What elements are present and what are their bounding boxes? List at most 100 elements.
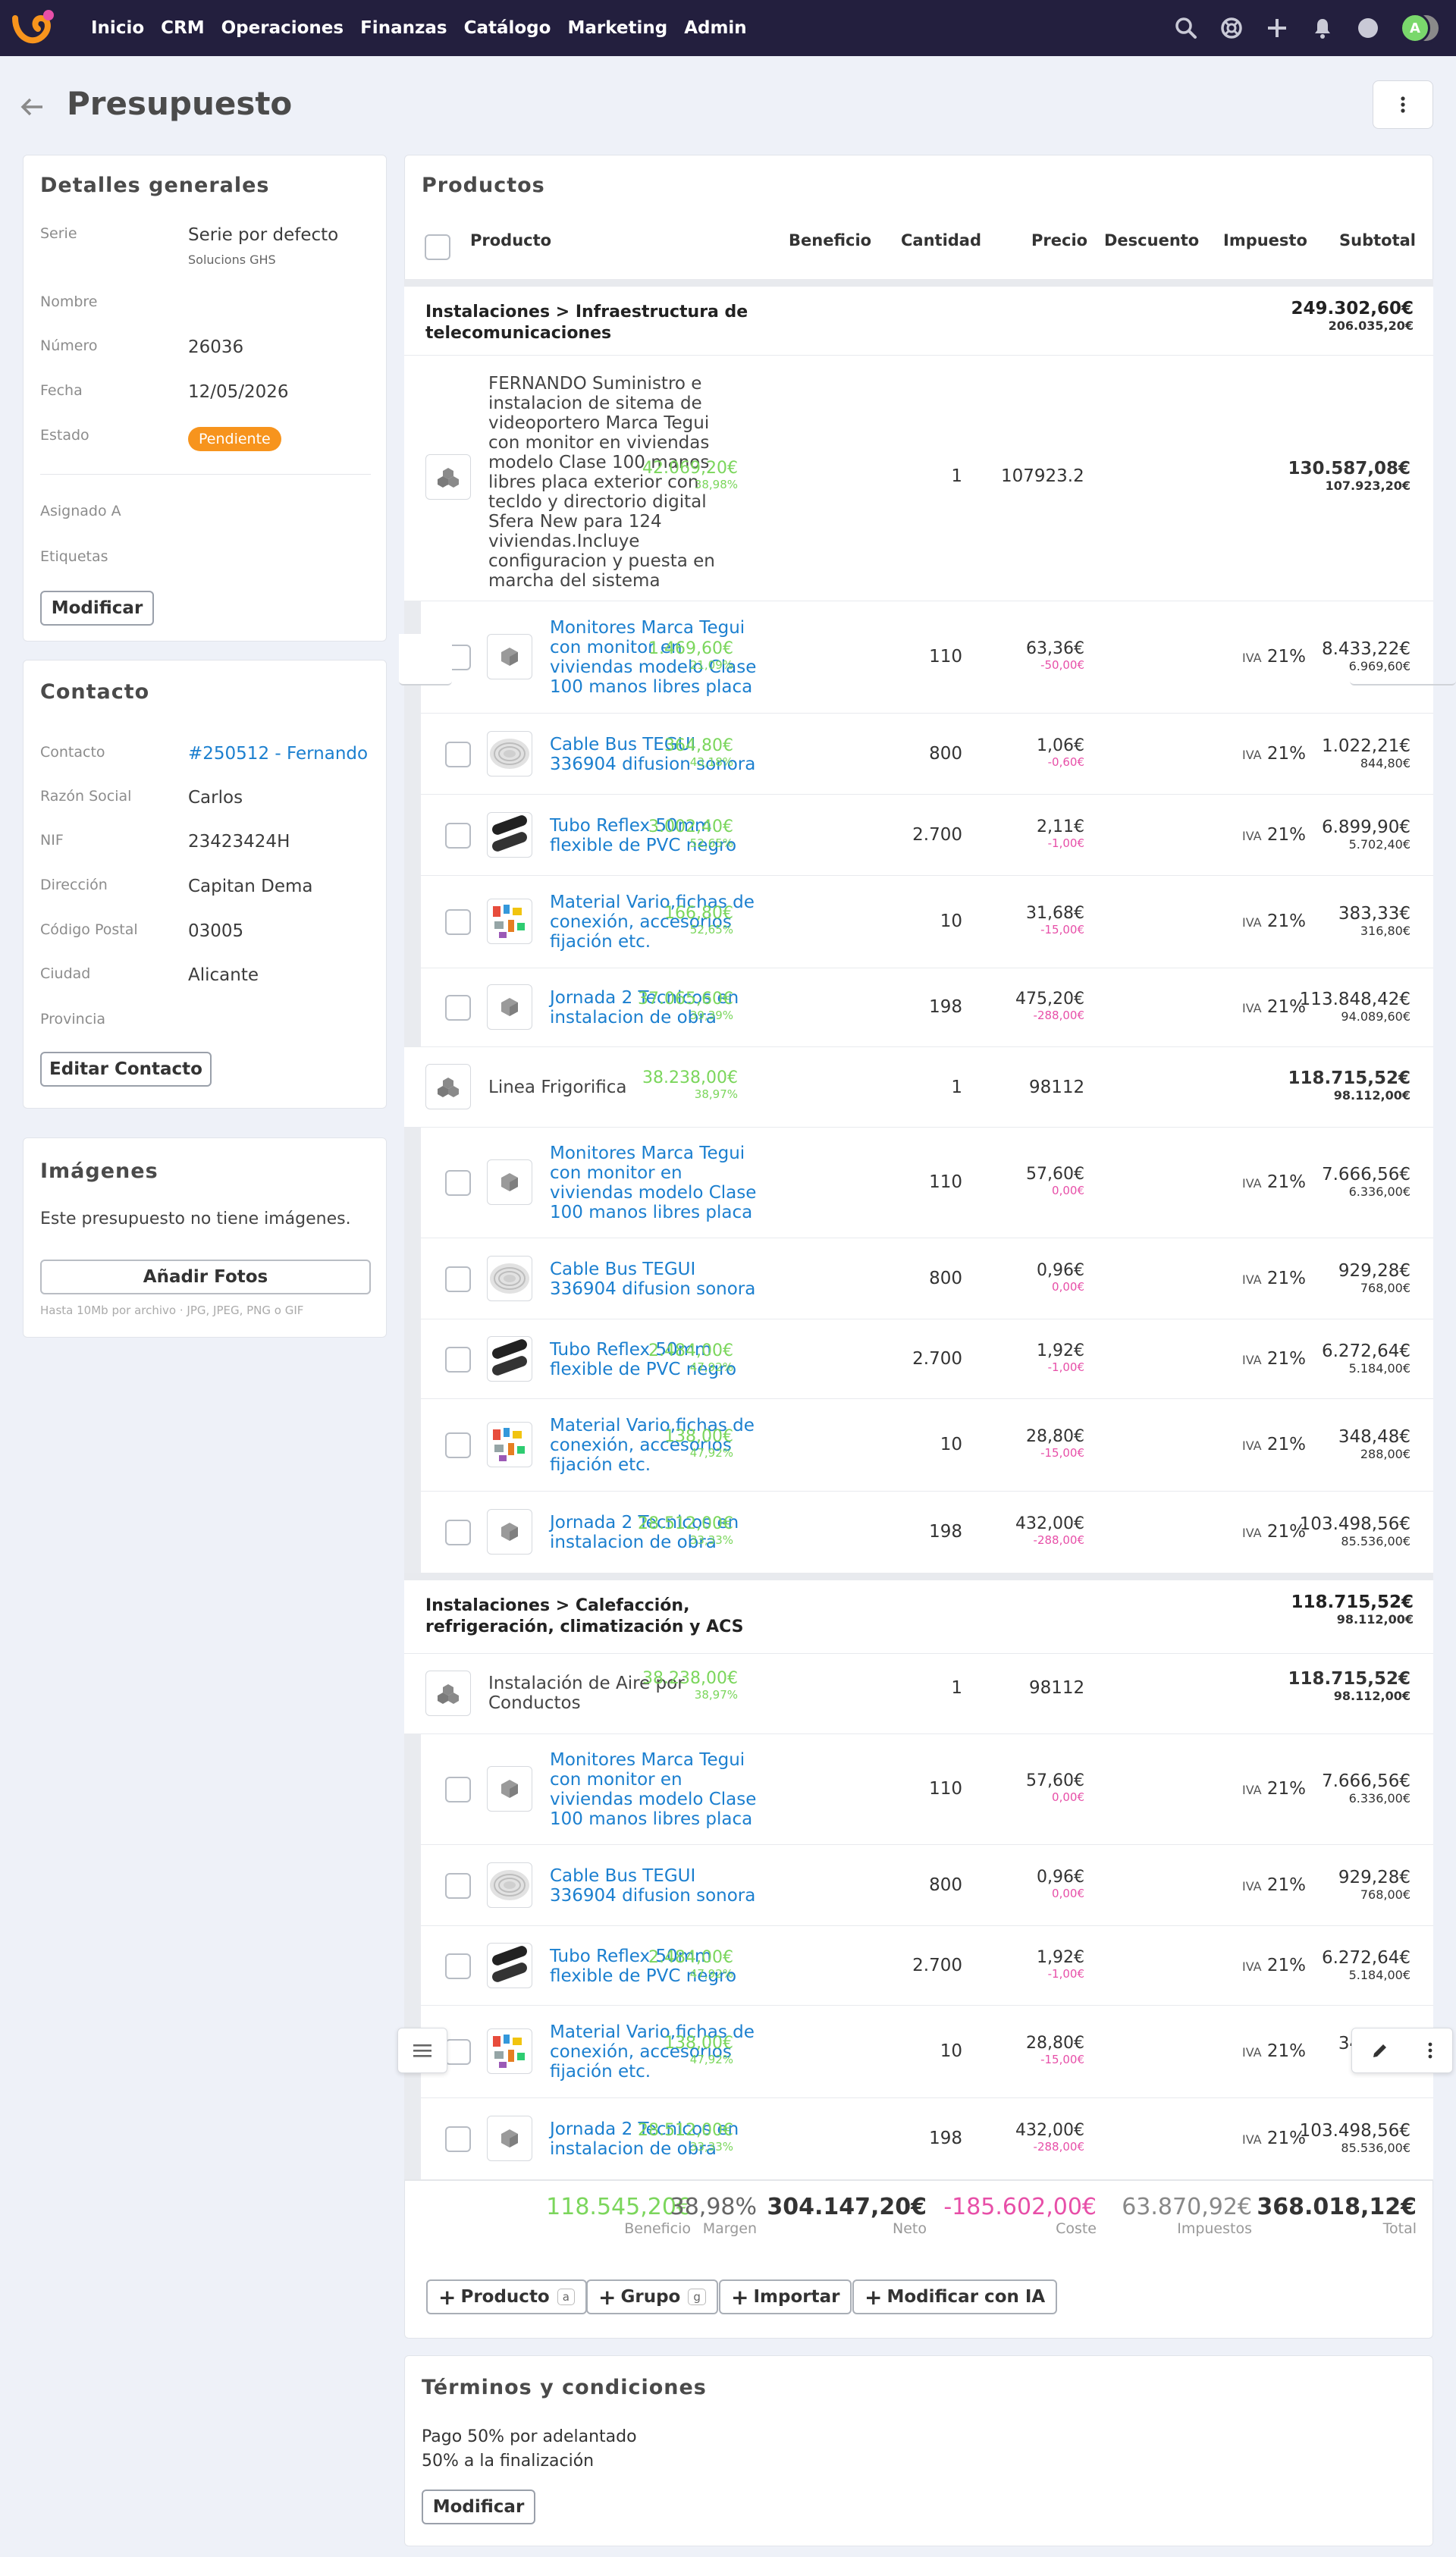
product-row[interactable]: Tubo Reflex 50mm flexible de PVC negro 2… [421,1925,1433,2005]
product-name-link[interactable]: Monitores Marca Tegui con monitor en viv… [550,1144,762,1222]
status-badge[interactable]: Pendiente [188,427,281,451]
contact-link[interactable]: #250512 - Fernando [188,744,368,764]
product-tax[interactable]: 21% [1267,2041,1306,2061]
col-beneficio[interactable]: Beneficio [789,231,871,249]
add-group-button[interactable]: + Grupo g [586,2279,718,2314]
section-header[interactable]: Instalaciones > Calefacción, refrigeraci… [404,1573,1433,1653]
kebab-icon[interactable] [1427,2041,1433,2060]
product-qty[interactable]: 198 [902,1522,962,1542]
product-name-link[interactable]: Cable Bus TEGUI 336904 difusion sonora [550,1260,762,1299]
nav-inicio[interactable]: Inicio [91,18,144,38]
drag-handle-right-top[interactable] [1350,634,1456,686]
product-tax[interactable]: 21% [1267,744,1306,764]
product-price[interactable]: 1,92€ [986,1948,1084,1967]
page-options-button[interactable] [1373,80,1433,129]
product-row[interactable]: Tubo Reflex 50mm flexible de PVC negro 2… [421,1319,1433,1398]
product-row[interactable]: Cable Bus TEGUI 336904 difusion sonora 8… [421,1238,1433,1319]
row-checkbox[interactable] [445,1872,471,1899]
nav-finanzas[interactable]: Finanzas [360,18,447,38]
avatar[interactable]: A [1400,13,1430,43]
product-qty[interactable]: 800 [902,1875,962,1895]
product-price[interactable]: 0,96€ [986,1261,1084,1280]
group-row[interactable]: Linea Frigorifica 38.238,00€ 38,97% 1 98… [404,1046,1433,1127]
product-tax[interactable]: 21% [1267,825,1306,845]
product-name-link[interactable]: Cable Bus TEGUI 336904 difusion sonora [550,1866,762,1906]
product-price[interactable]: 2,11€ [986,817,1084,836]
product-qty[interactable]: 2.700 [902,1956,962,1975]
product-row[interactable]: Material Vario,fichas de conexión, acces… [421,2005,1433,2097]
help-lifebuoy-icon[interactable] [1218,14,1245,42]
import-button[interactable]: + Importar [719,2279,852,2314]
product-qty[interactable]: 2.700 [902,825,962,845]
modify-terms-button[interactable]: Modificar [422,2490,535,2524]
plus-icon[interactable] [1263,14,1291,42]
nav-admin[interactable]: Admin [684,18,747,38]
product-tax[interactable]: 21% [1267,1435,1306,1454]
row-checkbox[interactable] [445,1953,471,1979]
section-header[interactable]: Instalaciones > Infraestructura de telec… [404,279,1433,355]
status-dot-icon[interactable] [1354,14,1382,42]
product-price[interactable]: 63,36€ [986,639,1084,658]
product-tax[interactable]: 21% [1267,1172,1306,1192]
nav-catalogo[interactable]: Catálogo [464,18,551,38]
search-icon[interactable] [1172,14,1200,42]
col-cantidad[interactable]: Cantidad [901,231,981,249]
product-price[interactable]: 1,06€ [986,736,1084,755]
product-tax[interactable]: 21% [1267,1269,1306,1288]
select-all-checkbox[interactable] [425,234,450,260]
row-checkbox[interactable] [445,1170,471,1196]
col-producto[interactable]: Producto [470,231,551,249]
product-row[interactable]: Tubo Reflex 50mm flexible de PVC negro 3… [421,794,1433,875]
product-qty[interactable]: 800 [902,744,962,764]
product-row[interactable]: Monitores Marca Tegui con monitor en viv… [421,1127,1433,1238]
row-checkbox[interactable] [445,995,471,1021]
product-qty[interactable]: 110 [902,647,962,667]
product-qty[interactable]: 10 [902,2041,962,2061]
group-row[interactable]: FERNANDO Suministro e instalacion de sit… [404,355,1433,601]
product-row[interactable]: Cable Bus TEGUI 336904 difusion sonora 8… [421,1844,1433,1925]
edit-contact-button[interactable]: Editar Contacto [40,1052,212,1087]
app-logo[interactable] [11,8,58,49]
product-tax[interactable]: 21% [1267,1956,1306,1975]
product-tax[interactable]: 21% [1267,1779,1306,1799]
drag-handle-left-top[interactable] [399,634,452,686]
row-drag-handle[interactable] [397,2028,447,2073]
row-checkbox[interactable] [445,741,471,767]
product-name-link[interactable]: Monitores Marca Tegui con monitor en viv… [550,1750,762,1829]
product-price[interactable]: 432,00€ [986,2121,1084,2140]
row-checkbox[interactable] [445,1777,471,1802]
nav-operaciones[interactable]: Operaciones [221,18,344,38]
row-checkbox[interactable] [445,1346,471,1373]
col-impuesto[interactable]: Impuesto [1223,231,1307,249]
product-price[interactable]: 31,68€ [986,904,1084,923]
modify-details-button[interactable]: Modificar [40,591,154,626]
product-qty[interactable]: 198 [902,2129,962,2148]
bell-icon[interactable] [1309,14,1336,42]
product-price[interactable]: 0,96€ [986,1868,1084,1887]
product-row[interactable]: Material Vario,fichas de conexión, acces… [421,1398,1433,1491]
product-qty[interactable]: 110 [902,1779,962,1799]
product-qty[interactable]: 110 [902,1172,962,1192]
product-price[interactable]: 57,60€ [986,1771,1084,1790]
col-precio[interactable]: Precio [1031,231,1087,249]
product-tax[interactable]: 21% [1267,911,1306,931]
product-qty[interactable]: 198 [902,997,962,1017]
row-checkbox[interactable] [445,909,471,935]
col-subtotal[interactable]: Subtotal [1339,231,1416,249]
product-qty[interactable]: 10 [902,911,962,931]
product-row[interactable]: Jornada 2 Tecnicos en instalacion de obr… [421,1491,1433,1573]
nav-crm[interactable]: CRM [161,18,204,38]
row-checkbox[interactable] [445,1432,471,1458]
row-checkbox[interactable] [445,2039,471,2065]
product-row[interactable]: Monitores Marca Tegui con monitor en viv… [421,1733,1433,1844]
add-photos-button[interactable]: Añadir Fotos [40,1260,371,1294]
product-qty[interactable]: 2.700 [902,1349,962,1369]
row-checkbox[interactable] [445,1266,471,1292]
product-price[interactable]: 432,00€ [986,1514,1084,1533]
product-row[interactable]: Jornada 2 Tecnicos en instalacion de obr… [421,968,1433,1046]
nav-marketing[interactable]: Marketing [567,18,667,38]
product-price[interactable]: 28,80€ [986,1427,1084,1446]
row-checkbox[interactable] [445,822,471,849]
col-descuento[interactable]: Descuento [1104,231,1199,249]
pencil-icon[interactable] [1371,2041,1389,2060]
